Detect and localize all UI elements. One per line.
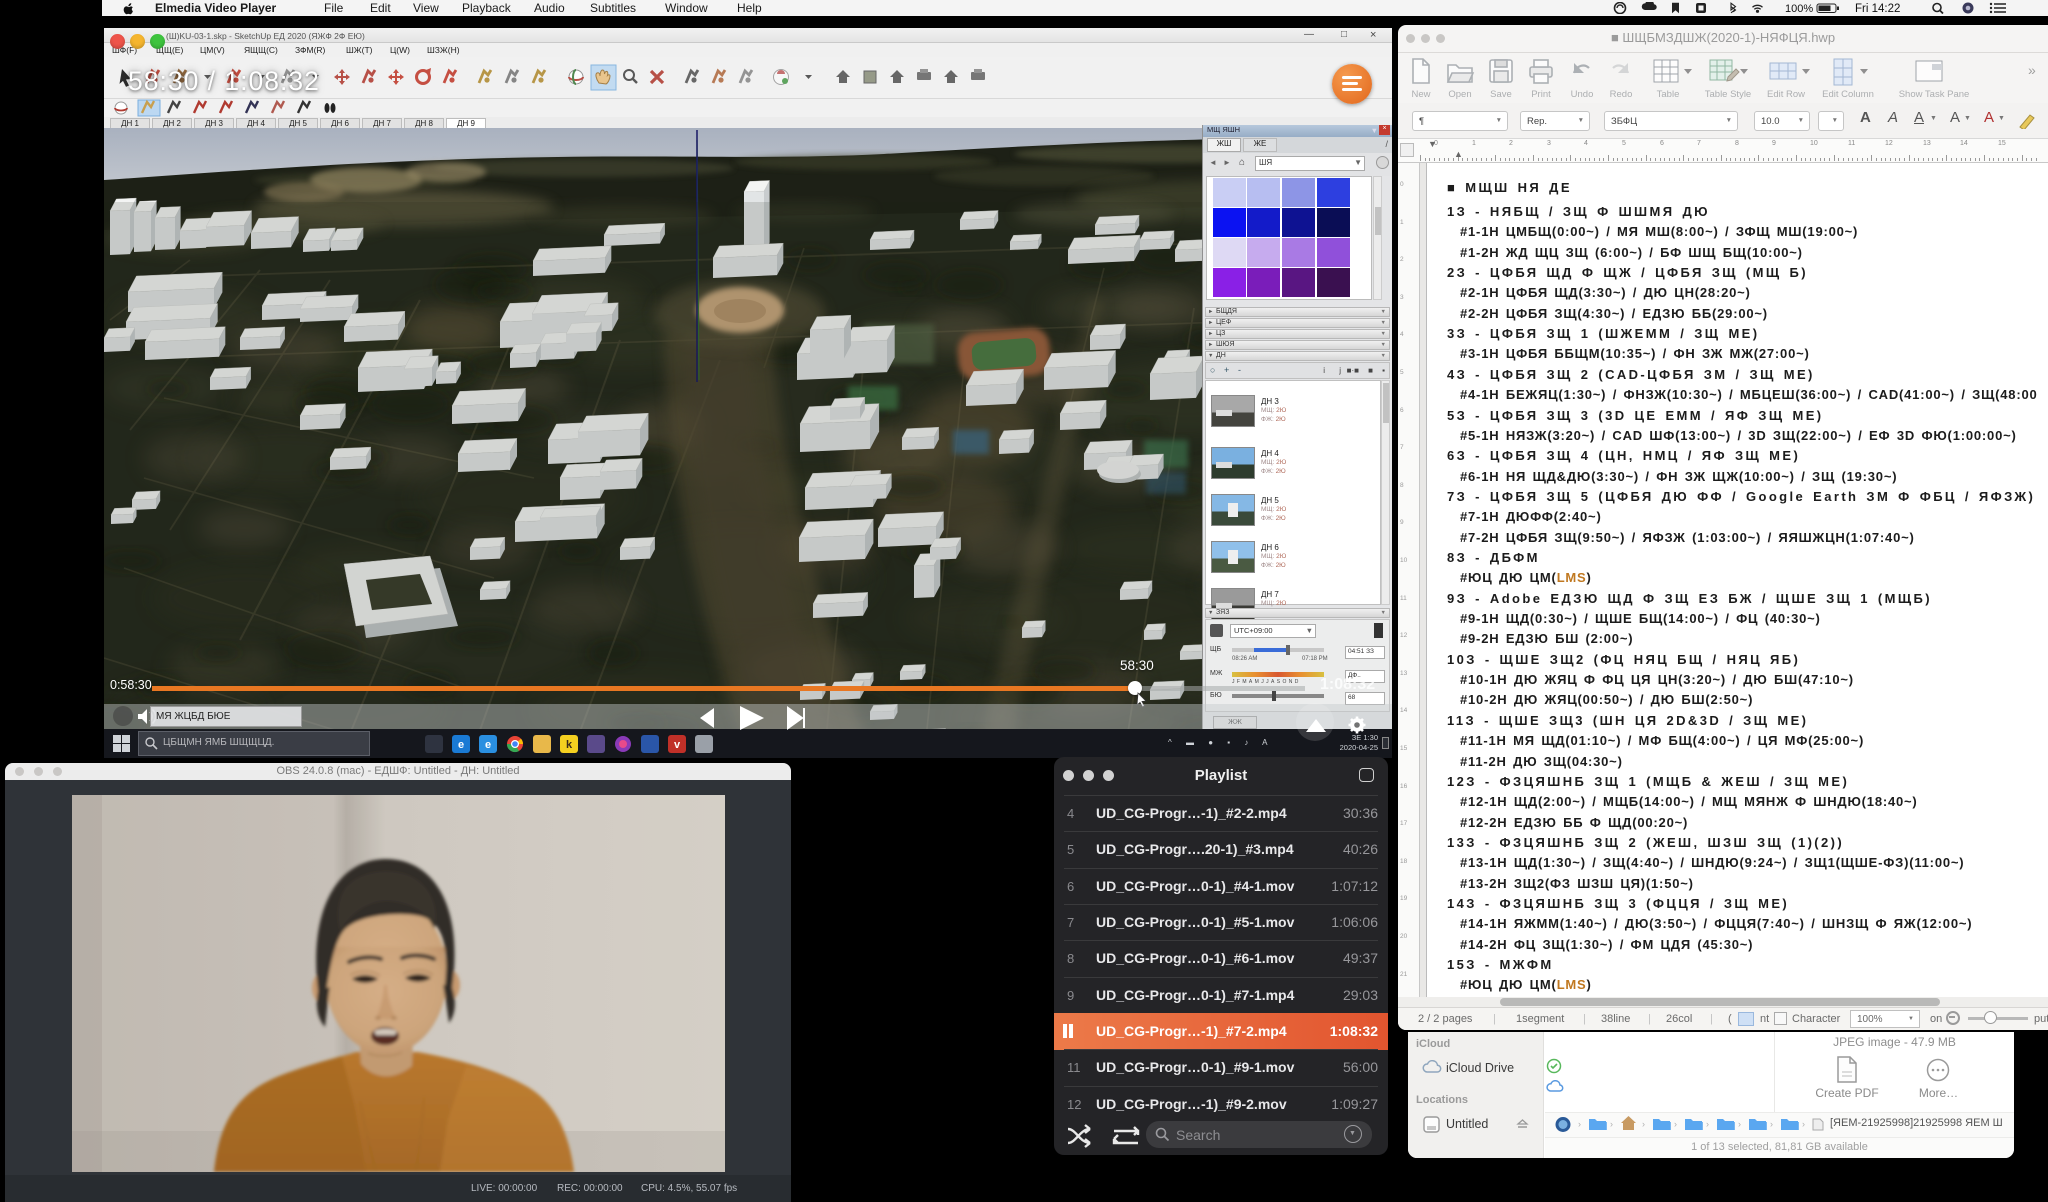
svg-text:Save: Save [1490,89,1512,100]
svg-text:e: e [458,739,464,751]
svg-text:Redo: Redo [1610,89,1633,100]
svg-text:Open: Open [1448,89,1471,100]
svg-text:New: New [1411,89,1430,100]
svg-text:Show Task Pane: Show Task Pane [1899,89,1970,100]
svg-text:Table Style: Table Style [1705,89,1751,100]
svg-text:v: v [674,739,681,751]
svg-text:Fri 14:22: Fri 14:22 [1855,3,1900,14]
svg-text:Print: Print [1531,89,1551,100]
svg-text:k: k [566,739,573,751]
svg-text:Undo: Undo [1571,89,1594,100]
svg-text:Edit Column: Edit Column [1822,89,1874,100]
svg-text:e: e [485,739,491,751]
svg-text:»: » [2028,62,2036,78]
svg-text:Edit Row: Edit Row [1767,89,1805,100]
svg-text:Table: Table [1657,89,1680,100]
svg-text:100%: 100% [1785,3,1813,14]
